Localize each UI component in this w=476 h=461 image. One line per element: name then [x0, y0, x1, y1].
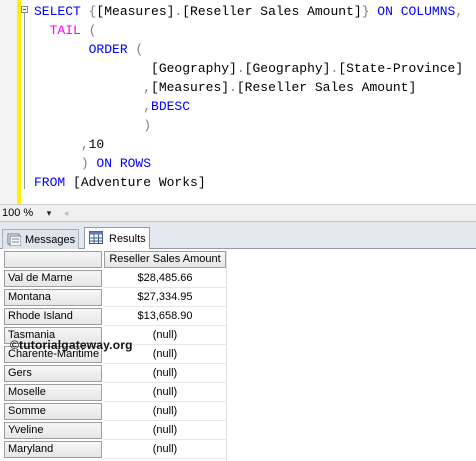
- row-header[interactable]: Val de Marne: [4, 270, 102, 287]
- tab-results[interactable]: Results: [84, 227, 150, 250]
- scroll-left-icon[interactable]: ◂: [61, 206, 71, 220]
- code-token: ): [80, 156, 97, 171]
- code-token: [Measures]: [151, 80, 230, 95]
- code-token: ORDER: [88, 42, 128, 57]
- row-header[interactable]: Rhode Island: [4, 308, 102, 325]
- code-token: 10: [88, 137, 105, 152]
- table-cell[interactable]: (null): [104, 403, 226, 421]
- code-token: (: [127, 42, 144, 57]
- outline-line: [24, 13, 25, 189]
- table-cell[interactable]: (null): [104, 441, 226, 459]
- table-cell[interactable]: $13,658.90: [104, 308, 226, 326]
- table-cell[interactable]: $28,485.66: [104, 270, 226, 288]
- code-token: ON ROWS: [96, 156, 152, 171]
- code-token: ,: [143, 80, 152, 95]
- code-token: [Reseller Sales Amount]: [236, 80, 417, 95]
- watermark: ©tutorialgateway.org: [10, 338, 133, 352]
- column-header[interactable]: Reseller Sales Amount: [104, 251, 226, 268]
- row-header[interactable]: Montana: [4, 289, 102, 306]
- collapse-icon[interactable]: [21, 6, 28, 13]
- code-line[interactable]: ,[Measures].[Reseller Sales Amount]: [34, 78, 416, 97]
- code-token: SELECT: [34, 4, 89, 19]
- code-line[interactable]: SELECT {[Measures].[Reseller Sales Amoun…: [34, 2, 463, 21]
- code-token: ON COLUMNS: [369, 4, 456, 19]
- chevron-down-icon[interactable]: ▾: [43, 206, 55, 220]
- code-line[interactable]: ) ON ROWS: [34, 154, 151, 173]
- grid-corner[interactable]: [4, 251, 102, 268]
- code-token: FROM: [34, 175, 74, 190]
- row-header[interactable]: Moselle: [4, 384, 102, 401]
- code-token: ,: [455, 4, 464, 19]
- code-token: [State-Province]: [338, 61, 464, 76]
- messages-icon: [7, 233, 21, 246]
- tab-messages-label: Messages: [25, 234, 76, 246]
- tab-results-label: Results: [109, 233, 146, 245]
- table-cell[interactable]: (null): [104, 422, 226, 440]
- code-token: [Measures]: [96, 4, 175, 19]
- row-header[interactable]: Maryland: [4, 441, 102, 458]
- row-header[interactable]: Somme: [4, 403, 102, 420]
- code-line[interactable]: ,BDESC: [34, 97, 190, 116]
- code-token: [Adventure Works]: [73, 175, 206, 190]
- zoom-level[interactable]: 100 %: [2, 206, 33, 220]
- results-tab-strip: Messages Results: [0, 221, 476, 250]
- code-token: [Geography]: [244, 61, 331, 76]
- code-token: .: [236, 61, 245, 76]
- code-line[interactable]: FROM [Adventure Works]: [34, 173, 206, 192]
- table-cell[interactable]: $27,334.95: [104, 289, 226, 307]
- change-tracking-bar: [17, 0, 21, 204]
- editor-status-bar: 100 % ▾ ◂: [0, 204, 476, 221]
- code-line[interactable]: ): [34, 116, 151, 135]
- code-line[interactable]: [Geography].[Geography].[State-Province]: [34, 59, 463, 78]
- grid-icon: [89, 231, 103, 244]
- code-token: (: [80, 23, 97, 38]
- tab-messages[interactable]: Messages: [2, 229, 79, 249]
- code-line[interactable]: ,10: [34, 135, 104, 154]
- code-token: [Reseller Sales Amount]: [182, 4, 362, 19]
- code-token: }: [361, 4, 370, 19]
- code-line[interactable]: ORDER (: [34, 40, 144, 59]
- code-token: .: [229, 80, 237, 95]
- grid-column-divider: [226, 251, 227, 461]
- row-header[interactable]: Gers: [4, 365, 102, 382]
- query-editor[interactable]: SELECT {[Measures].[Reseller Sales Amoun…: [0, 0, 476, 204]
- code-token: ,: [143, 99, 152, 114]
- code-line[interactable]: TAIL (: [34, 21, 97, 40]
- table-cell[interactable]: (null): [104, 384, 226, 402]
- code-token: [Geography]: [151, 61, 237, 76]
- query-window: SELECT {[Measures].[Reseller Sales Amoun…: [0, 0, 476, 461]
- editor-gutter: [0, 0, 17, 204]
- table-cell[interactable]: (null): [104, 365, 226, 383]
- code-token: BDESC: [151, 99, 191, 114]
- code-token: TAIL: [49, 23, 81, 38]
- results-grid-pane: Reseller Sales Amount Val de Marne $28,48…: [0, 249, 476, 461]
- row-header[interactable]: Yveline: [4, 422, 102, 439]
- code-token: ): [143, 118, 152, 133]
- code-token: ,: [80, 137, 89, 152]
